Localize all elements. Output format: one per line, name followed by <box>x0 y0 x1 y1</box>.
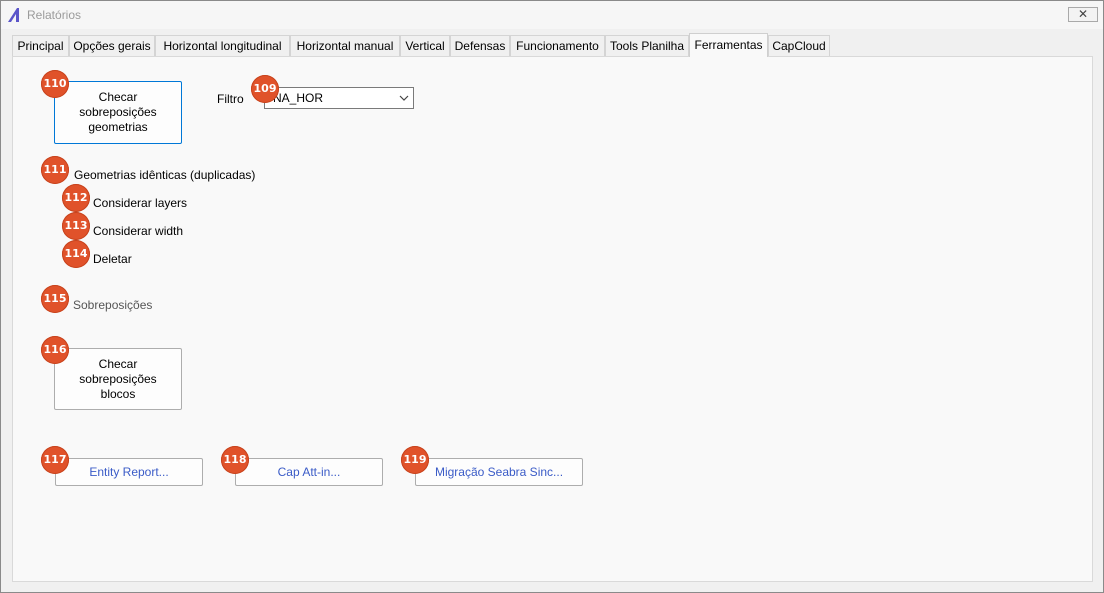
overlaps-label: Sobreposições <box>73 298 153 312</box>
delete-option[interactable]: Deletar <box>93 252 132 266</box>
tab-horizontal-longitudinal[interactable]: Horizontal longitudinal <box>155 35 290 56</box>
migration-seabra-button[interactable]: Migração Seabra Sinc... <box>415 458 583 486</box>
tab-tools-planilha[interactable]: Tools Planilha <box>605 35 689 56</box>
identical-geometries-label: Geometrias idênticas (duplicadas) <box>74 168 256 182</box>
chevron-down-icon <box>399 95 409 101</box>
filter-select[interactable]: NA_HOR <box>264 87 414 109</box>
tab-vertical[interactable]: Vertical <box>400 35 450 56</box>
check-geometry-overlaps-label: Checar sobreposições geometrias <box>79 90 157 134</box>
check-block-overlaps-label: Checar sobreposições blocos <box>79 356 157 401</box>
close-button[interactable]: ✕ <box>1068 7 1098 22</box>
filter-label: Filtro <box>217 92 244 106</box>
tab-principal[interactable]: Principal <box>12 35 69 56</box>
tab-capcloud[interactable]: CapCloud <box>768 35 830 56</box>
report-window: Relatórios ✕ Principal Opções gerais Hor… <box>0 0 1104 593</box>
tab-funcionamento[interactable]: Funcionamento <box>510 35 605 56</box>
callout-badge-119: 119 <box>401 446 429 474</box>
tab-ferramentas[interactable]: Ferramentas <box>689 33 768 57</box>
cap-att-in-button[interactable]: Cap Att-in... <box>235 458 383 486</box>
callout-badge-111: 111 <box>41 156 69 184</box>
callout-badge-115: 115 <box>41 285 69 313</box>
window-title: Relatórios <box>27 8 82 22</box>
callout-badge-118: 118 <box>221 446 249 474</box>
callout-badge-114: 114 <box>62 240 90 268</box>
tab-defensas[interactable]: Defensas <box>450 35 510 56</box>
callout-badge-117: 117 <box>41 446 69 474</box>
entity-report-button[interactable]: Entity Report... <box>55 458 203 486</box>
callout-badge-116: 116 <box>41 336 69 364</box>
tab-opcoes-gerais[interactable]: Opções gerais <box>69 35 155 56</box>
callout-badge-113: 113 <box>62 212 90 240</box>
callout-badge-112: 112 <box>62 184 90 212</box>
title-bar: Relatórios ✕ <box>1 1 1103 29</box>
check-geometry-overlaps-button[interactable]: Checar sobreposições geometrias <box>54 81 182 144</box>
filter-value: NA_HOR <box>273 91 324 105</box>
app-logo-icon <box>8 8 19 22</box>
callout-badge-110: 110 <box>41 70 69 98</box>
check-block-overlaps-button[interactable]: Checar sobreposições blocos <box>54 348 182 410</box>
callout-badge-109: 109 <box>251 75 279 103</box>
consider-width-option[interactable]: Considerar width <box>93 224 183 238</box>
tab-horizontal-manual[interactable]: Horizontal manual <box>290 35 400 56</box>
consider-layers-option[interactable]: Considerar layers <box>93 196 187 210</box>
close-icon: ✕ <box>1077 7 1089 21</box>
